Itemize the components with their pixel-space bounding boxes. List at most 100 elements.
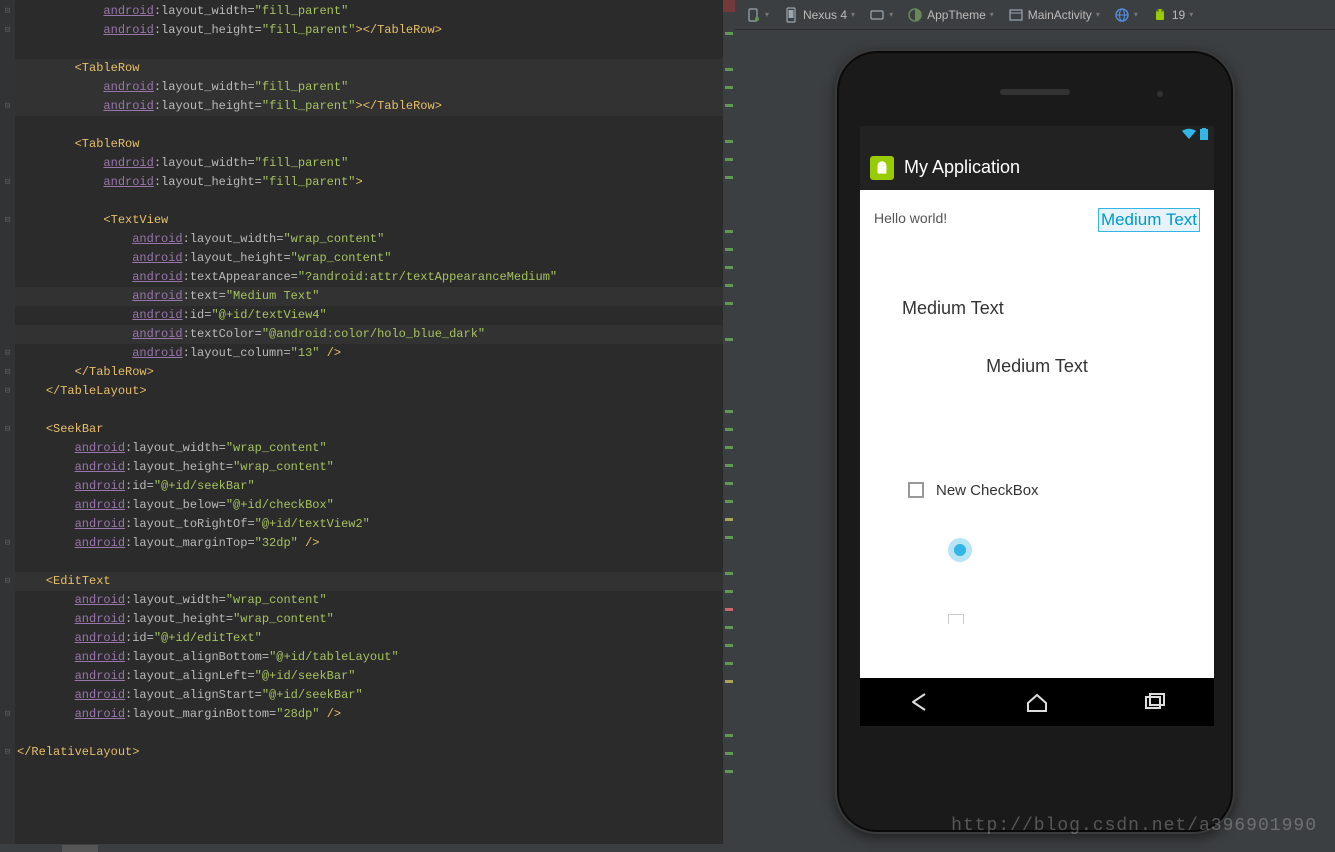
- marker-mk-g[interactable]: [725, 266, 733, 269]
- marker-mk-g[interactable]: [725, 284, 733, 287]
- code-line[interactable]: </TableRow>: [15, 363, 723, 382]
- code-line[interactable]: android:id="@+id/textView4": [15, 306, 723, 325]
- error-indicator-icon[interactable]: [723, 0, 735, 12]
- code-line[interactable]: <EditText: [15, 572, 723, 591]
- marker-mk-g[interactable]: [725, 230, 733, 233]
- code-line[interactable]: android:layout_width="wrap_content": [15, 591, 723, 610]
- marker-mk-g[interactable]: [725, 68, 733, 71]
- seekbar-thumb[interactable]: [948, 538, 972, 562]
- gutter[interactable]: ⊟⊟⊟⊟⊟⊟⊟⊟⊟⊟⊟⊟⊟: [0, 0, 15, 852]
- fold-icon[interactable]: ⊟: [3, 387, 12, 396]
- fold-icon[interactable]: ⊟: [3, 216, 12, 225]
- marker-mk-g[interactable]: [725, 446, 733, 449]
- code-area[interactable]: android:layout_width="fill_parent" andro…: [15, 0, 723, 852]
- code-line[interactable]: <TextView: [15, 211, 723, 230]
- code-line[interactable]: [15, 40, 723, 59]
- fold-icon[interactable]: ⊟: [3, 26, 12, 35]
- fold-icon[interactable]: ⊟: [3, 368, 12, 377]
- horizontal-scrollbar-track[interactable]: [0, 844, 735, 852]
- toolbar-api-dropdown[interactable]: 19 ▾: [1152, 7, 1193, 23]
- toolbar-orientation-dropdown[interactable]: ▾: [869, 7, 893, 23]
- code-line[interactable]: android:layout_height="fill_parent"></Ta…: [15, 97, 723, 116]
- code-line[interactable]: android:layout_height="wrap_content": [15, 458, 723, 477]
- checkbox-box-icon[interactable]: [908, 482, 924, 498]
- marker-mk-g[interactable]: [725, 140, 733, 143]
- code-line[interactable]: android:layout_column="13" />: [15, 344, 723, 363]
- marker-mk-g[interactable]: [725, 302, 733, 305]
- fold-icon[interactable]: ⊟: [3, 748, 12, 757]
- fold-icon[interactable]: ⊟: [3, 425, 12, 434]
- nav-recent-icon[interactable]: [1141, 688, 1169, 716]
- marker-mk-g[interactable]: [725, 752, 733, 755]
- code-line[interactable]: android:layout_width="fill_parent": [15, 2, 723, 21]
- marker-mk-g[interactable]: [725, 32, 733, 35]
- code-line[interactable]: android:id="@+id/editText": [15, 629, 723, 648]
- marker-mk-r[interactable]: [725, 608, 733, 611]
- toolbar-locale-dropdown[interactable]: ▾: [1114, 7, 1138, 23]
- code-line[interactable]: <TableRow: [15, 59, 723, 78]
- marker-mk-y[interactable]: [725, 680, 733, 683]
- medium-text-2[interactable]: Medium Text: [902, 298, 1004, 319]
- marker-mk-y[interactable]: [725, 518, 733, 521]
- code-line[interactable]: android:layout_width="wrap_content": [15, 439, 723, 458]
- code-line[interactable]: [15, 724, 723, 743]
- code-line[interactable]: android:layout_toRightOf="@+id/textView2…: [15, 515, 723, 534]
- marker-mk-g[interactable]: [725, 464, 733, 467]
- code-line[interactable]: [15, 401, 723, 420]
- code-line[interactable]: android:layout_height="wrap_content": [15, 610, 723, 629]
- marker-mk-g[interactable]: [725, 626, 733, 629]
- layout-canvas[interactable]: Hello world! Medium Text Medium Text Med…: [860, 190, 1214, 678]
- code-line[interactable]: android:id="@+id/seekBar": [15, 477, 723, 496]
- toolbar-config-dropdown[interactable]: ▾: [745, 7, 769, 23]
- code-line[interactable]: android:layout_width="wrap_content": [15, 230, 723, 249]
- marker-mk-g[interactable]: [725, 410, 733, 413]
- code-line[interactable]: android:layout_height="fill_parent">: [15, 173, 723, 192]
- fold-icon[interactable]: ⊟: [3, 102, 12, 111]
- marker-mk-g[interactable]: [725, 734, 733, 737]
- code-line[interactable]: android:layout_alignBottom="@+id/tableLa…: [15, 648, 723, 667]
- fold-icon[interactable]: ⊟: [3, 7, 12, 16]
- marker-mk-g[interactable]: [725, 572, 733, 575]
- code-line[interactable]: [15, 553, 723, 572]
- marker-mk-g[interactable]: [725, 482, 733, 485]
- toolbar-device-dropdown[interactable]: Nexus 4 ▾: [783, 7, 855, 23]
- code-line[interactable]: </TableLayout>: [15, 382, 723, 401]
- marker-mk-g[interactable]: [725, 770, 733, 773]
- horizontal-scrollbar-thumb[interactable]: [62, 845, 98, 852]
- code-line[interactable]: android:textAppearance="?android:attr/te…: [15, 268, 723, 287]
- fold-icon[interactable]: ⊟: [3, 710, 12, 719]
- nav-home-icon[interactable]: [1023, 688, 1051, 716]
- hello-text[interactable]: Hello world!: [874, 210, 947, 226]
- checkbox-widget[interactable]: New CheckBox: [908, 482, 1039, 499]
- code-editor[interactable]: ⊟⊟⊟⊟⊟⊟⊟⊟⊟⊟⊟⊟⊟ android:layout_width="fill…: [0, 0, 735, 852]
- code-line[interactable]: android:layout_width="fill_parent": [15, 78, 723, 97]
- marker-mk-g[interactable]: [725, 428, 733, 431]
- fold-icon[interactable]: ⊟: [3, 178, 12, 187]
- code-line[interactable]: [15, 192, 723, 211]
- code-line[interactable]: [15, 116, 723, 135]
- marker-mk-g[interactable]: [725, 590, 733, 593]
- marker-mk-g[interactable]: [725, 248, 733, 251]
- marker-mk-g[interactable]: [725, 86, 733, 89]
- marker-mk-g[interactable]: [725, 104, 733, 107]
- fold-icon[interactable]: ⊟: [3, 577, 12, 586]
- marker-mk-g[interactable]: [725, 158, 733, 161]
- toolbar-activity-dropdown[interactable]: MainActivity ▾: [1008, 7, 1100, 23]
- marker-mk-g[interactable]: [725, 536, 733, 539]
- code-line[interactable]: android:layout_alignLeft="@+id/seekBar": [15, 667, 723, 686]
- nav-back-icon[interactable]: [905, 688, 933, 716]
- marker-mk-g[interactable]: [725, 176, 733, 179]
- marker-mk-g[interactable]: [725, 500, 733, 503]
- code-line[interactable]: android:layout_alignStart="@+id/seekBar": [15, 686, 723, 705]
- marker-strip[interactable]: [723, 0, 735, 852]
- code-line[interactable]: android:layout_height="wrap_content": [15, 249, 723, 268]
- code-line[interactable]: android:layout_width="fill_parent": [15, 154, 723, 173]
- toolbar-theme-dropdown[interactable]: AppTheme ▾: [907, 7, 994, 23]
- fold-icon[interactable]: ⊟: [3, 349, 12, 358]
- code-line[interactable]: <SeekBar: [15, 420, 723, 439]
- code-line[interactable]: android:layout_height="fill_parent"></Ta…: [15, 21, 723, 40]
- code-line[interactable]: android:layout_marginBottom="28dp" />: [15, 705, 723, 724]
- medium-text-selected[interactable]: Medium Text: [1098, 208, 1200, 232]
- code-line[interactable]: android:text="Medium Text": [15, 287, 723, 306]
- code-line[interactable]: </RelativeLayout>: [15, 743, 723, 762]
